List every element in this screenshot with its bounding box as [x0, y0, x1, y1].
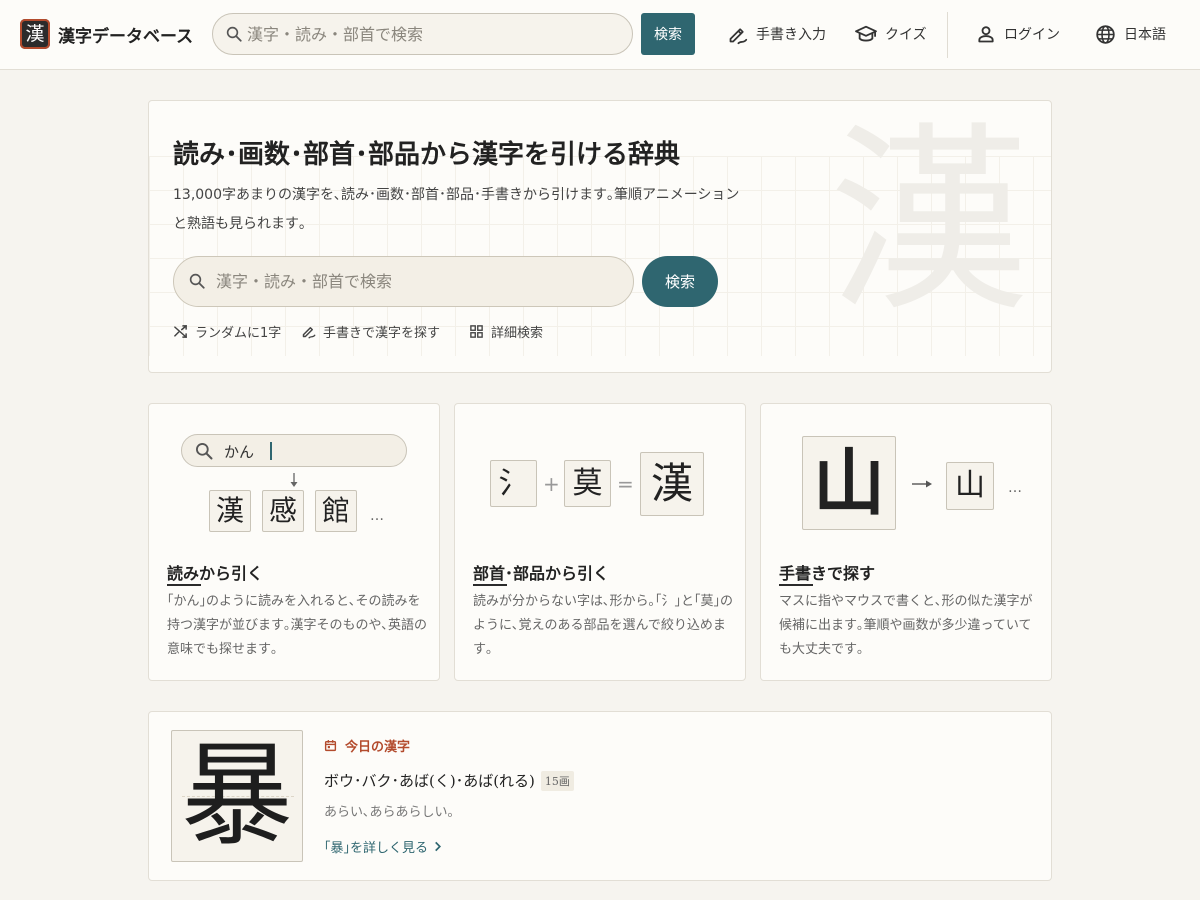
demo-search-box: かん — [181, 434, 407, 467]
nav-login[interactable]: ログイン — [976, 22, 1060, 46]
chevron-right-icon — [435, 841, 442, 852]
demo-result-kanji: 漢 — [640, 452, 704, 516]
nav-language[interactable]: 日本語 — [1095, 22, 1166, 46]
demo-result-2: 感 — [262, 490, 304, 532]
nav-divider — [947, 12, 948, 58]
hero-panel: 漢 読み･画数･部首･部品から漢字を引ける辞典 13,000字あまりの漢字を､読… — [148, 100, 1052, 373]
title-underline — [167, 584, 201, 586]
more-ellipsis: … — [370, 508, 384, 524]
hero-search-input[interactable] — [216, 257, 616, 306]
stroke-count-badge: 15画 — [540, 770, 574, 791]
title-underline — [473, 584, 507, 586]
demo-part-b: 莫 — [564, 460, 611, 507]
today-meaning: あらい､あらあらしい｡ — [324, 805, 455, 820]
title-underline — [779, 584, 813, 586]
today-detail-link[interactable]: ｢暴｣を詳しく見る — [324, 837, 442, 856]
demo-part-a: 氵 — [490, 460, 537, 507]
site-header: 漢 漢字データベース 検索 手書き入力 クイズ ログイン 日本語 — [0, 0, 1200, 70]
nav-language-label: 日本語 — [1124, 27, 1166, 43]
feature-title-radical: 部首･部品から引く — [473, 564, 610, 583]
search-icon — [188, 272, 206, 294]
feature-description-handwriting: マスに指やマウスで書くと､形の似た漢字が候補に出ます｡筆順や画数が多少違っていて… — [779, 594, 1033, 657]
nav-login-label: ログイン — [1004, 27, 1060, 43]
kanji-of-the-day-panel: 暴 今日の漢字 ボウ･バク･あば(く)･あば(れる) 15画 あらい､あらあらし… — [148, 711, 1052, 881]
hero-background-kanji: 漢 — [829, 106, 1030, 339]
today-label: 今日の漢字 — [324, 736, 411, 755]
today-readings-row: ボウ･バク･あば(く)･あば(れる) 15画 — [324, 770, 574, 791]
user-icon — [978, 26, 994, 43]
grid-icon — [470, 324, 483, 338]
site-title[interactable]: 漢字データベース — [58, 22, 193, 47]
demo-query: かん — [224, 443, 255, 461]
header-search-input[interactable] — [247, 14, 627, 54]
globe-icon — [1096, 24, 1115, 44]
feature-title-reading: 読みから引く — [167, 564, 264, 583]
pen-icon — [729, 27, 748, 44]
feature-description-radical: 読みが分からない字は､形から｡｢氵｣と｢莫｣のように､覚えのある部品を選んで絞り… — [473, 594, 734, 657]
text-caret — [270, 442, 272, 460]
calendar-icon — [324, 739, 337, 751]
handwriting-canvas: 山 — [802, 436, 896, 530]
feature-title-handwriting: 手書きで探す — [779, 564, 876, 583]
pen-icon — [302, 326, 316, 338]
plus-sign: + — [543, 472, 560, 496]
today-label-text: 今日の漢字 — [345, 739, 411, 755]
today-readings: ボウ･バク･あば(く)･あば(れる) — [324, 772, 535, 790]
hero-description: 13,000字あまりの漢字を､読み･画数･部首･部品･手書きから引けます｡筆順ア… — [173, 187, 740, 232]
nav-handwriting[interactable]: 手書き入力 — [727, 22, 826, 46]
shuffle-icon — [174, 324, 187, 338]
today-detail-link-label: ｢暴｣を詳しく見る — [324, 841, 429, 856]
search-icon — [194, 441, 214, 465]
advanced-search-link[interactable]: 詳細検索 — [469, 321, 543, 341]
arrow-down-icon — [290, 473, 298, 487]
search-icon — [225, 25, 243, 47]
feature-card-radical[interactable]: 氵 + 莫 = 漢 部首･部品から引く 読みが分からない字は､形から｡｢氵｣と｢… — [454, 403, 746, 681]
nav-quiz[interactable]: クイズ — [855, 22, 927, 46]
header-search-box — [212, 13, 633, 55]
feature-description-reading: ｢かん｣のように読みを入れると､その読みを持つ漢字が並びます｡漢字そのものや､英… — [167, 594, 428, 657]
hero-title: 読み･画数･部首･部品から漢字を引ける辞典 — [173, 140, 681, 170]
handwriting-search-label: 手書きで漢字を探す — [323, 325, 441, 341]
today-kanji: 暴 — [181, 731, 293, 861]
advanced-search-label: 詳細検索 — [491, 325, 544, 341]
demo-result-1: 漢 — [209, 490, 251, 532]
random-kanji-link[interactable]: ランダムに1字 — [173, 321, 281, 341]
more-ellipsis: … — [1008, 480, 1022, 496]
random-kanji-label: ランダムに1字 — [195, 325, 282, 341]
nav-quiz-label: クイズ — [885, 27, 927, 43]
handwriting-search-link[interactable]: 手書きで漢字を探す — [301, 321, 440, 341]
today-kanji-box[interactable]: 暴 — [171, 730, 303, 862]
hero-search-button[interactable]: 検索 — [642, 256, 718, 307]
arrow-right-icon — [912, 480, 932, 488]
feature-card-handwriting[interactable]: 山 山 … 手書きで探す マスに指やマウスで書くと､形の似た漢字が候補に出ます｡… — [760, 403, 1052, 681]
header-search-button[interactable]: 検索 — [641, 13, 695, 55]
hero-search-box — [173, 256, 634, 307]
nav-handwriting-label: 手書き入力 — [756, 27, 826, 43]
demo-result-3: 館 — [315, 490, 357, 532]
feature-card-reading[interactable]: かん 漢 感 館 … 読みから引く ｢かん｣のように読みを入れると､その読みを持… — [148, 403, 440, 681]
logo-icon[interactable]: 漢 — [20, 19, 50, 49]
equals-sign: = — [617, 472, 634, 496]
candidate-kanji: 山 — [946, 462, 994, 510]
graduation-cap-icon — [855, 25, 877, 42]
